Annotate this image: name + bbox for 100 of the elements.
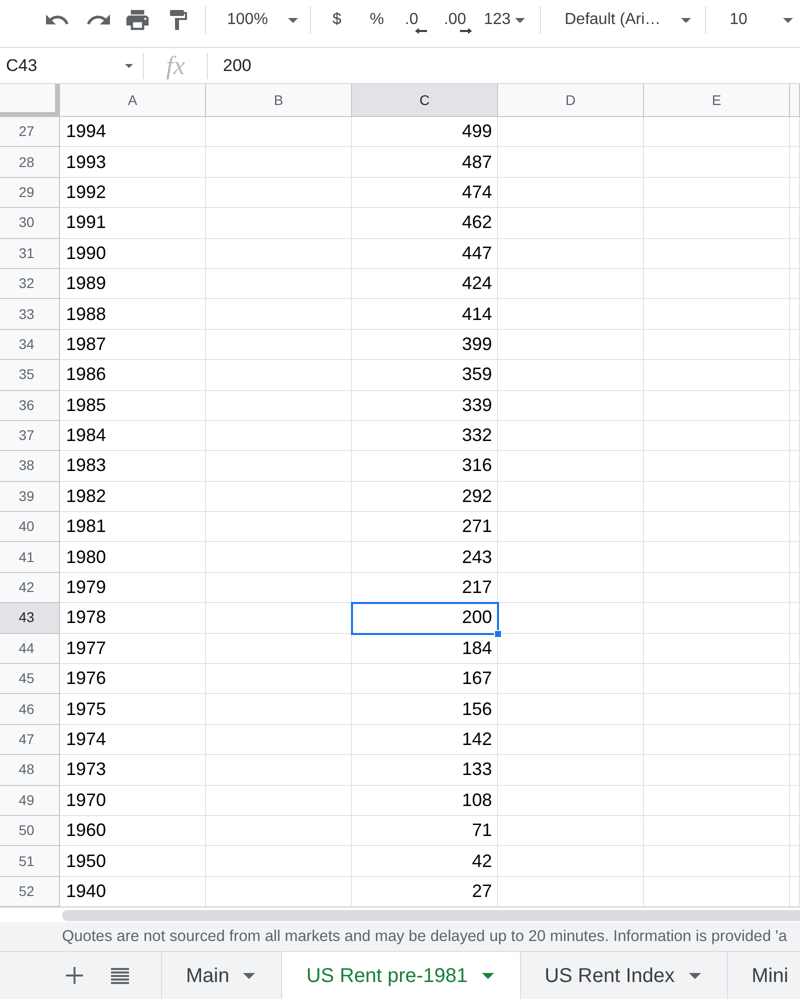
table-cell[interactable] [206,420,352,452]
row-header[interactable]: 39 [0,482,60,512]
table-cell[interactable] [644,330,790,360]
table-cell[interactable]: 108 [352,786,498,816]
table-cell[interactable]: 487 [352,147,498,178]
table-cell[interactable] [206,846,352,877]
table-cell[interactable] [498,420,644,452]
table-cell[interactable] [790,724,800,756]
table-cell[interactable] [498,512,644,542]
table-cell[interactable] [790,299,800,330]
table-cell[interactable] [790,420,800,452]
table-cell[interactable] [498,876,644,908]
table-cell[interactable] [498,268,644,300]
table-cell[interactable] [206,299,352,330]
formula-input[interactable]: 200 [223,52,252,78]
table-cell[interactable] [644,420,790,452]
table-cell[interactable] [644,178,790,208]
table-cell[interactable]: 1960 [60,816,206,846]
table-cell[interactable] [644,360,790,391]
table-cell[interactable]: 447 [352,238,498,269]
table-cell[interactable]: 217 [352,572,498,604]
table-cell[interactable]: 1981 [60,512,206,542]
list-icon[interactable] [111,968,129,984]
table-cell[interactable] [206,208,352,239]
table-cell[interactable] [206,634,352,664]
row-header[interactable]: 34 [0,330,60,360]
column-header[interactable] [790,84,800,117]
row-header[interactable]: 27 [0,117,60,148]
table-cell[interactable] [206,482,352,512]
table-cell[interactable] [644,664,790,694]
table-cell[interactable]: 1975 [60,694,206,725]
more-formats-dropdown[interactable]: 123 [484,10,525,30]
table-cell[interactable]: 359 [352,360,498,391]
table-cell[interactable] [206,786,352,816]
table-cell[interactable] [206,603,352,634]
table-cell[interactable]: 1993 [60,147,206,178]
table-cell[interactable] [498,451,644,482]
table-cell[interactable] [644,451,790,482]
table-cell[interactable]: 499 [352,117,498,148]
table-cell[interactable] [644,299,790,330]
table-cell[interactable] [206,117,352,148]
table-cell[interactable]: 339 [352,390,498,421]
table-cell[interactable] [644,786,790,816]
table-cell[interactable]: 1950 [60,846,206,877]
table-cell[interactable]: 1994 [60,117,206,148]
column-header[interactable]: B [206,84,352,117]
table-cell[interactable]: 271 [352,512,498,542]
table-cell[interactable] [644,603,790,634]
increase-decimals-button[interactable]: .00 [444,10,474,34]
table-cell[interactable] [498,572,644,604]
table-cell[interactable] [790,542,800,573]
table-cell[interactable] [644,694,790,725]
sheet-tab[interactable]: US Rent Index [520,952,728,1000]
table-cell[interactable] [644,390,790,421]
table-cell[interactable] [644,147,790,178]
table-cell[interactable] [206,178,352,208]
row-header[interactable]: 41 [0,542,60,573]
table-cell[interactable] [206,816,352,846]
percent-format-button[interactable]: % [366,10,387,30]
table-cell[interactable]: 1978 [60,603,206,634]
row-header[interactable]: 45 [0,664,60,694]
column-header[interactable]: D [498,84,644,117]
table-cell[interactable] [644,724,790,756]
table-cell[interactable]: 399 [352,330,498,360]
table-cell[interactable] [498,755,644,786]
table-cell[interactable] [644,268,790,300]
table-cell[interactable] [498,816,644,846]
table-cell[interactable]: 167 [352,664,498,694]
row-header[interactable]: 49 [0,786,60,816]
table-cell[interactable]: 142 [352,724,498,756]
table-cell[interactable] [498,390,644,421]
table-cell[interactable] [790,178,800,208]
table-cell[interactable] [206,694,352,725]
table-cell[interactable]: 200 [352,603,498,634]
table-cell[interactable] [206,451,352,482]
table-cell[interactable] [206,755,352,786]
table-cell[interactable]: 1984 [60,420,206,452]
table-cell[interactable]: 1940 [60,876,206,908]
table-cell[interactable] [206,876,352,908]
table-cell[interactable] [790,482,800,512]
row-header[interactable]: 51 [0,846,60,877]
table-cell[interactable] [498,238,644,269]
table-cell[interactable] [206,724,352,756]
table-cell[interactable] [206,360,352,391]
currency-format-button[interactable]: $ [326,10,347,30]
table-cell[interactable]: 1992 [60,178,206,208]
select-all-corner[interactable] [0,84,60,117]
row-header[interactable]: 44 [0,634,60,664]
table-cell[interactable] [644,542,790,573]
table-cell[interactable] [498,846,644,877]
table-cell[interactable]: 1986 [60,360,206,391]
row-header[interactable]: 50 [0,816,60,846]
row-header[interactable]: 33 [0,299,60,330]
table-cell[interactable] [790,117,800,148]
column-header[interactable]: C [352,84,498,117]
table-cell[interactable] [498,634,644,664]
table-cell[interactable] [498,482,644,512]
column-header[interactable]: A [60,84,206,117]
table-cell[interactable]: 42 [352,846,498,877]
table-cell[interactable]: 474 [352,178,498,208]
